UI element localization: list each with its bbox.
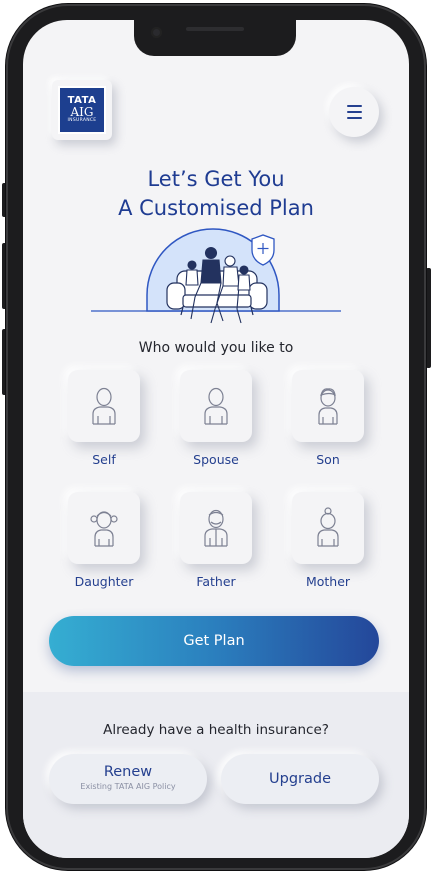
member-card-tile [180,370,252,442]
upgrade-label: Upgrade [269,771,331,787]
tata-aig-logo: TATA AIG INSURANCE [58,86,106,134]
member-label: Spouse [193,452,239,467]
renew-button[interactable]: Renew Existing TATA AIG Policy [49,754,207,804]
camera-icon [151,27,162,38]
menu-button[interactable] [329,87,379,137]
member-card-tile [68,370,140,442]
member-label: Daughter [74,574,134,589]
phone-notch [134,20,296,56]
person-icon [92,387,116,425]
app-screen: TATA AIG INSURANCE Let’s Get You A Custo… [23,20,409,858]
brand-logo[interactable]: TATA AIG INSURANCE [52,80,112,140]
member-card-tile [68,492,140,564]
upgrade-button[interactable]: Upgrade [221,754,379,804]
page-title-line2: A Customised Plan [118,196,314,220]
member-prompt: Who would you like to [138,340,294,356]
device-stage: TATA AIG INSURANCE Let’s Get You A Custo… [0,0,433,874]
person-icon [204,387,228,425]
logo-line3: INSURANCE [67,118,97,123]
renew-sublabel: Existing TATA AIG Policy [80,782,176,791]
mother-icon [317,507,339,547]
existing-policy-question: Already have a health insurance? [103,722,329,738]
member-card-tile [180,492,252,564]
member-label: Father [196,574,236,589]
get-plan-button[interactable]: Get Plan [49,616,379,666]
logo-line2: AIG [70,105,94,119]
page-title-line1: Let’s Get You [147,167,285,191]
boy-icon [318,388,338,425]
father-icon [204,509,228,547]
girl-icon [90,511,118,547]
speaker-grille [186,27,244,31]
family-illustration [91,228,341,324]
renew-label: Renew [103,764,153,780]
member-label: Self [92,452,116,467]
member-label: Son [316,452,340,467]
member-label: Mother [305,574,351,589]
member-card-tile [292,492,364,564]
member-card-tile [292,370,364,442]
existing-policy-section: Already have a health insurance? Renew E… [23,692,409,858]
power-button [426,268,431,368]
